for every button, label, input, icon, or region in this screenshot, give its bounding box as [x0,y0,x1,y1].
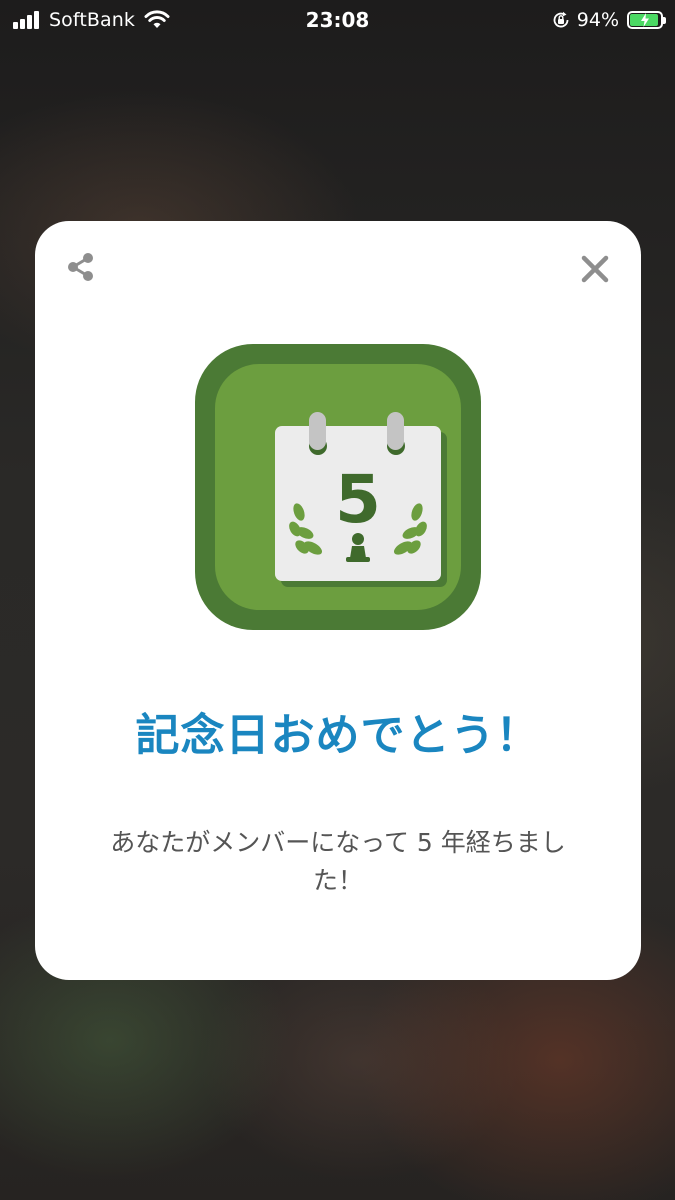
anniversary-calendar-icon: 5 [275,412,447,587]
anniversary-dialog: 5 記念日おめでとう！ あなたがメンバーになって 5 年経ちました！ [35,221,641,980]
battery-percent: 94% [576,9,619,31]
dialog-title: 記念日おめでとう！ [135,710,541,761]
badge-inner: 5 [215,364,461,610]
orientation-lock-icon [553,11,569,28]
battery-charging-icon [627,11,666,29]
share-icon[interactable] [63,249,99,285]
status-bar: SoftBank 23:08 94% [0,0,675,40]
badge-number: 5 [335,461,381,538]
close-icon[interactable] [579,253,611,285]
dialog-message: あなたがメンバーになって 5 年経ちました！ [110,828,566,895]
charging-bolt-icon [641,13,649,27]
anniversary-badge: 5 [195,344,481,630]
status-right: 94% [551,8,666,32]
